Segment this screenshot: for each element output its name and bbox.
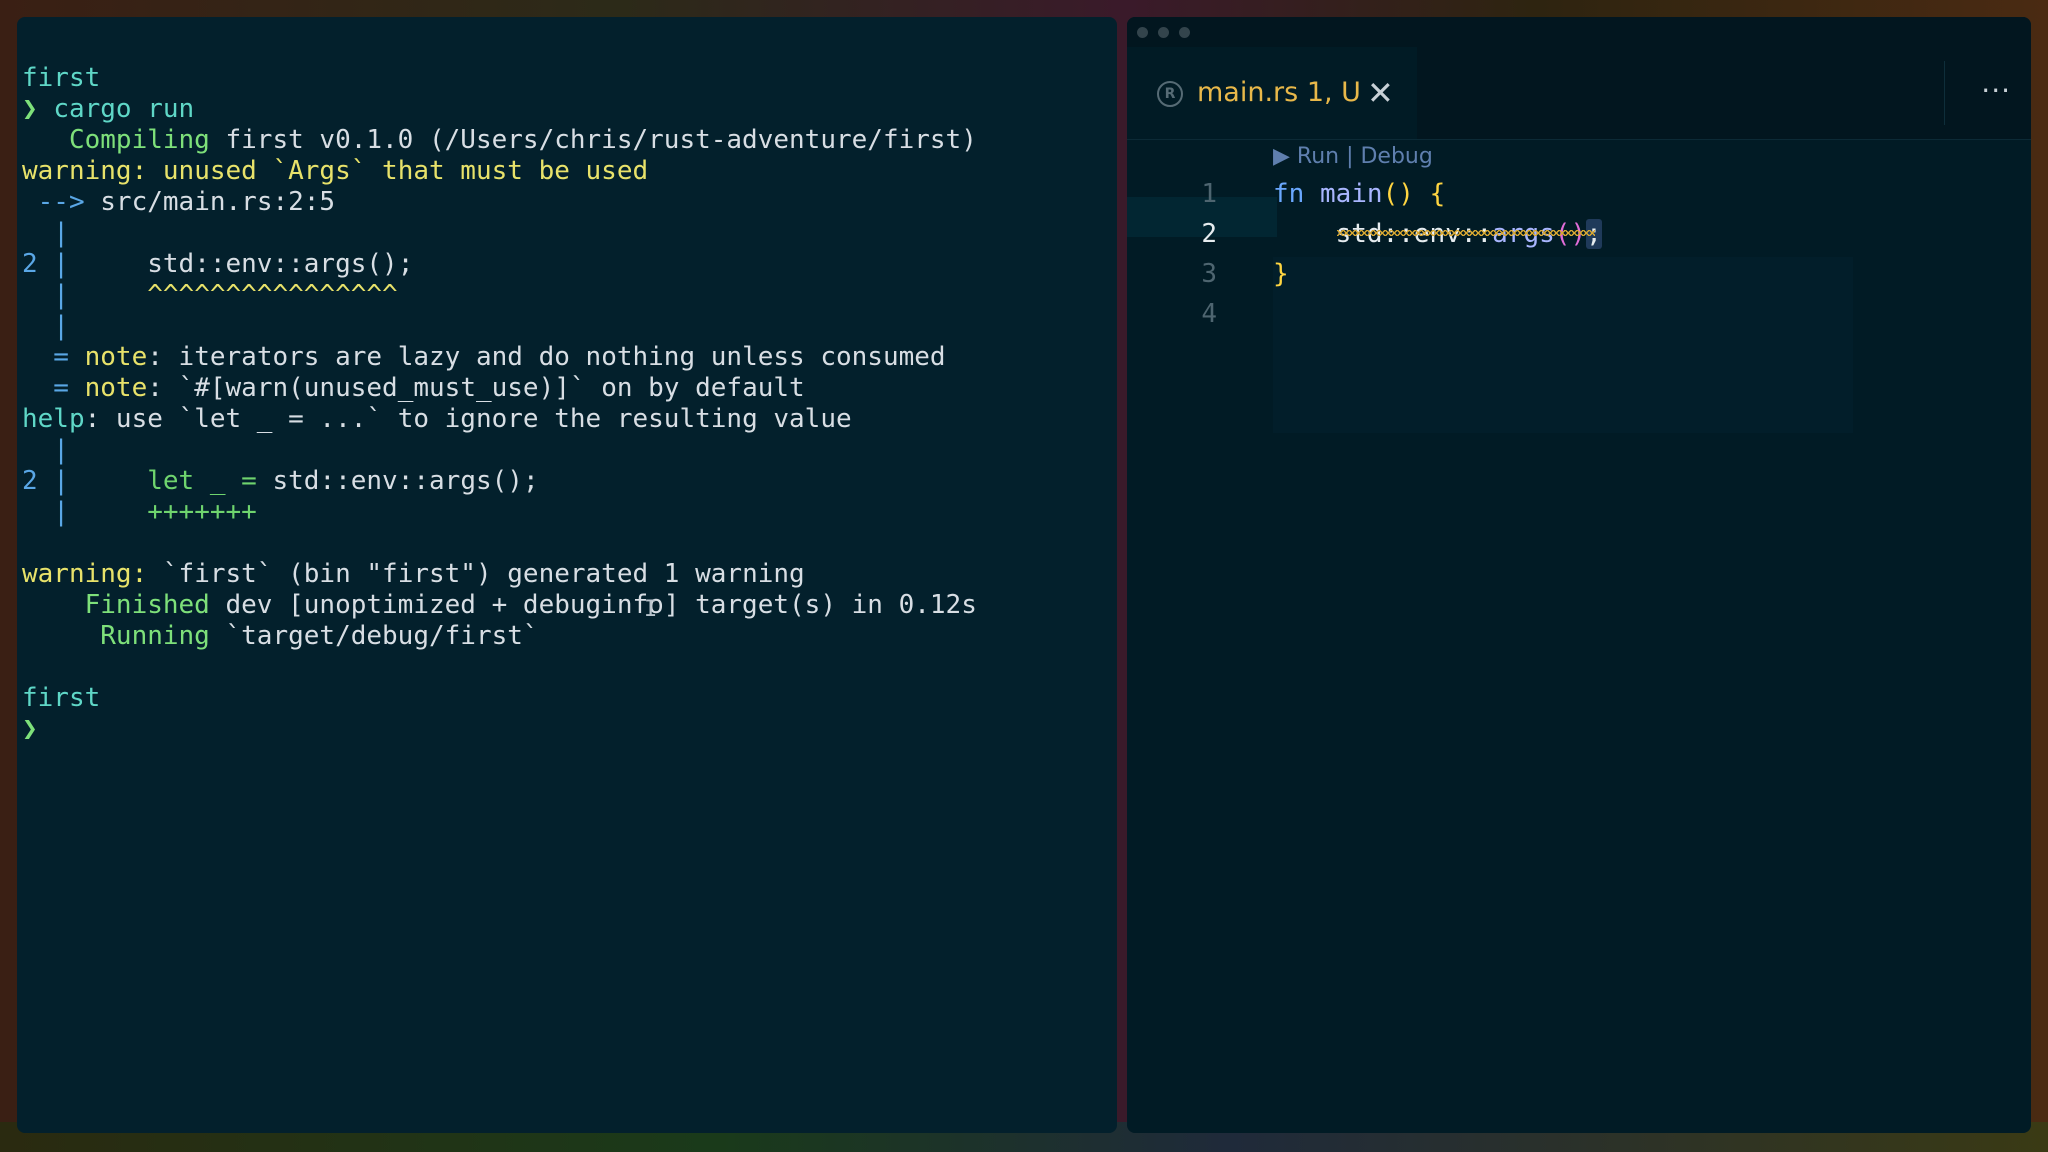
text-cursor-icon: I xyxy=(644,597,658,622)
line-number: 1 xyxy=(1201,179,1217,209)
terminal-pane[interactable]: first ❯ cargo run Compiling first v0.1.0 … xyxy=(17,17,1117,1133)
window-zoom-dot[interactable] xyxy=(1179,27,1190,38)
terminal-line: help: use `let _ = ...` to ignore the re… xyxy=(22,399,852,439)
terminal-text: Running xyxy=(22,621,226,651)
close-icon[interactable]: ✕ xyxy=(1367,73,1394,113)
terminal-text: std::env::args(); xyxy=(272,466,539,496)
tab-label: main.rs 1, U xyxy=(1197,77,1361,108)
tab-main-rs[interactable]: R main.rs 1, U ✕ xyxy=(1127,47,1417,139)
terminal-text: | xyxy=(22,497,69,527)
warning-squiggle xyxy=(1337,230,1595,236)
terminal-line: | +++++++ xyxy=(22,492,257,532)
editor-background-block xyxy=(1273,257,1853,433)
tab-divider xyxy=(1944,61,1945,125)
editor-tab-bar: R main.rs 1, U ✕ ··· xyxy=(1127,47,2031,140)
rust-icon: R xyxy=(1157,81,1183,107)
terminal-line: | ^^^^^^^^^^^^^^^^ xyxy=(22,275,398,315)
code-line-3[interactable]: } xyxy=(1273,254,1289,294)
terminal-text: `target/debug/first` xyxy=(225,621,539,651)
terminal-text: ^^^^^^^^^^^^^^^^ xyxy=(68,280,398,310)
terminal-text: : use `let _ = ...` to ignore the result… xyxy=(84,404,852,434)
terminal-text: +++++++ xyxy=(68,497,257,527)
terminal-line: ❯ xyxy=(22,709,38,749)
window-minimize-dot[interactable] xyxy=(1158,27,1169,38)
more-actions-button[interactable]: ··· xyxy=(1981,71,2011,111)
editor-titlebar xyxy=(1127,17,2031,47)
line-number: 3 xyxy=(1201,259,1217,289)
terminal-line: Running `target/debug/first` xyxy=(22,616,539,656)
terminal-text: src/main.rs:2:5 xyxy=(100,187,336,217)
codelens-run-debug[interactable]: ▶ Run | Debug xyxy=(1273,141,1433,173)
window-close-dot[interactable] xyxy=(1137,27,1148,38)
editor-pane[interactable]: R main.rs 1, U ✕ ··· ▶ Run | Debug 1 2 3… xyxy=(1127,17,2031,1133)
line-number: 4 xyxy=(1201,299,1217,329)
terminal-text: ❯ xyxy=(22,714,38,744)
code-line-1[interactable]: fn main() { xyxy=(1273,174,1445,214)
line-number-active: 2 xyxy=(1201,219,1217,249)
